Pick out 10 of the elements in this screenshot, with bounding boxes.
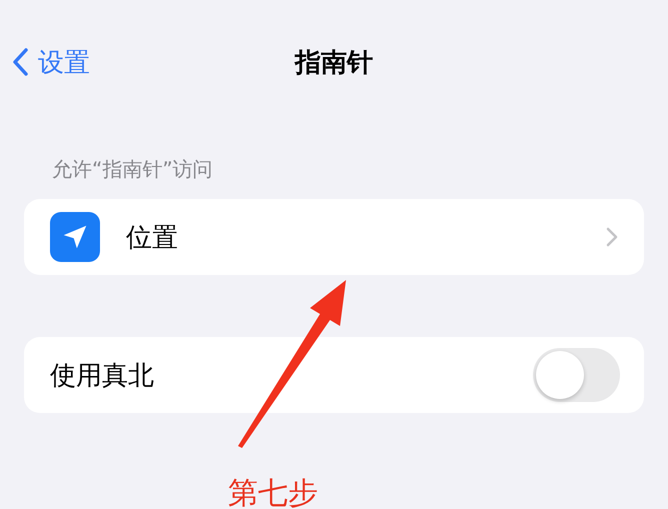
back-chevron-icon xyxy=(12,48,28,76)
chevron-icon xyxy=(606,227,618,247)
row-label: 使用真北 xyxy=(50,360,155,392)
section-header: 允许“指南针”访问 xyxy=(52,156,214,183)
location-row[interactable]: 位置 xyxy=(24,199,644,275)
toggle-switch[interactable] xyxy=(533,348,620,402)
annotation-text: 第七步 xyxy=(228,475,319,509)
page-title: 指南针 xyxy=(295,46,373,80)
row-label: 位置 xyxy=(126,222,179,254)
back-button[interactable]: 设置 xyxy=(12,44,90,80)
